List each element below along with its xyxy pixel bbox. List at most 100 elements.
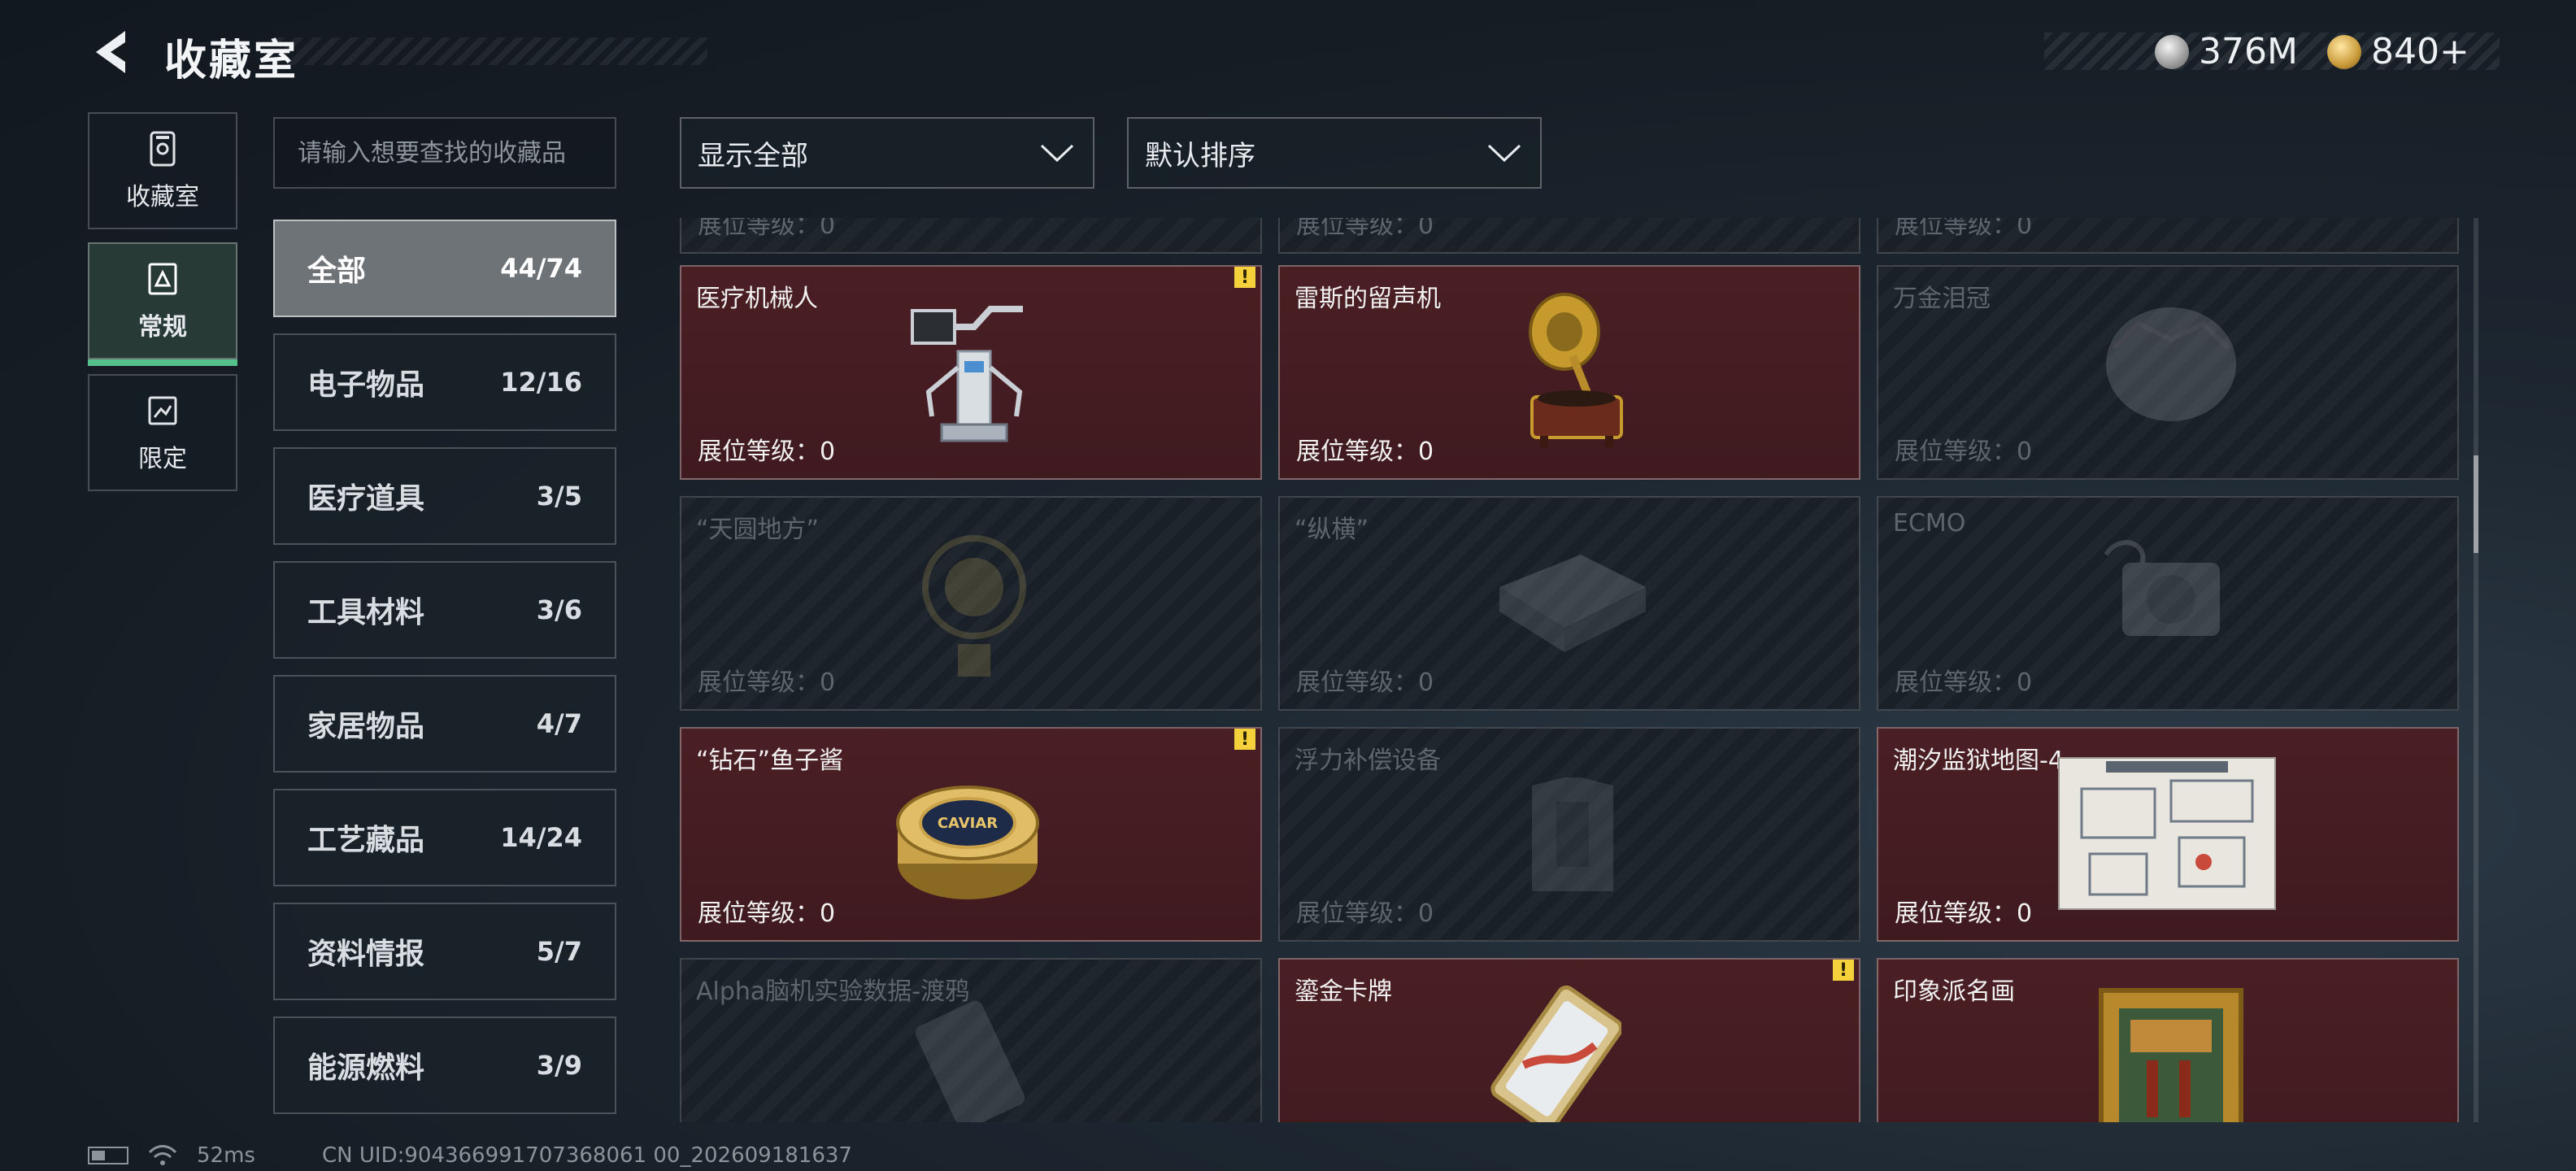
rail-tab-label: 常规 (138, 313, 187, 342)
grid-scrollbar-thumb[interactable] (2474, 455, 2478, 553)
category-name: 工具材料 (307, 596, 425, 629)
card-name: 医疗机械人 (696, 285, 818, 313)
filter-show-dropdown[interactable]: 显示全部 (680, 117, 1094, 189)
card-name: 雷斯的留声机 (1295, 285, 1441, 313)
data-device-icon (915, 1000, 1025, 1122)
silver-coin-icon (2155, 34, 2189, 69)
category-name: 电子物品 (307, 368, 425, 402)
collection-card-ecmo[interactable]: ECMO 展位等级：0 (1877, 496, 2459, 711)
gilded-card-icon (1490, 985, 1621, 1122)
category-name: 家居物品 (307, 710, 425, 743)
category-medical[interactable]: 医疗道具 3/5 (273, 447, 616, 545)
category-energy[interactable]: 能源燃料 3/9 (273, 1016, 616, 1114)
ping-value: 52ms (197, 1143, 255, 1168)
category-all[interactable]: 全部 44/74 (273, 220, 616, 317)
alert-icon: ! (1234, 267, 1255, 288)
rail-tab-limited[interactable]: 限定 (88, 374, 237, 491)
collection-card-medical-robot[interactable]: 医疗机械人 ! 展位等级：0 (680, 265, 1262, 480)
wifi-icon (148, 1145, 177, 1165)
category-count: 3/6 (536, 594, 582, 625)
card-level: 展位等级：0 (1296, 218, 1434, 240)
collection-room-icon (150, 131, 176, 167)
card-level: 展位等级：0 (1296, 437, 1434, 466)
crown-icon (2106, 307, 2236, 421)
collection-card[interactable]: 展位等级：0 (1877, 218, 2459, 254)
medical-robot-icon (911, 306, 1023, 442)
card-name: 印象派名画 (1893, 977, 2015, 1006)
regular-icon (148, 263, 177, 295)
buoyancy-vest-icon (1532, 777, 1613, 891)
category-count: 5/7 (536, 936, 582, 967)
card-name: 万金泪冠 (1893, 285, 1991, 313)
category-name: 资料情报 (307, 938, 425, 971)
collection-card-buoyancy[interactable]: 浮力补偿设备 展位等级：0 (1278, 727, 1860, 942)
card-name: “纵横” (1295, 516, 1369, 544)
card-level: 展位等级：0 (1296, 668, 1434, 697)
category-crafts[interactable]: 工艺藏品 14/24 (273, 789, 616, 886)
category-name: 工艺藏品 (307, 824, 425, 857)
currency-silver-value: 376M (2199, 31, 2298, 72)
collection-card[interactable]: 展位等级：0 (680, 218, 1262, 254)
collection-card-alpha-data[interactable]: Alpha脑机实验数据-渡鸦 (680, 958, 1262, 1122)
back-arrow-icon[interactable] (88, 28, 137, 76)
sort-dropdown[interactable]: 默认排序 (1127, 117, 1542, 189)
sort-value: 默认排序 (1145, 139, 1255, 172)
rail-tab-label: 限定 (138, 445, 187, 473)
limited-icon (148, 396, 177, 425)
card-name: 潮汐监狱地图-4 (1893, 747, 2064, 775)
currency-gold-value: 840+ (2371, 31, 2469, 72)
currency-silver[interactable]: 376M (2155, 31, 2298, 72)
card-level: 展位等级：0 (698, 668, 836, 697)
card-name: ECMO (1893, 509, 1966, 538)
collection-card-gramophone[interactable]: 雷斯的留声机 展位等级：0 (1278, 265, 1860, 480)
category-count: 44/74 (500, 253, 582, 284)
collection-card[interactable]: 展位等级：0 (1278, 218, 1860, 254)
category-count: 3/5 (536, 481, 582, 511)
card-name: 浮力补偿设备 (1295, 747, 1441, 775)
category-name: 医疗道具 (307, 482, 425, 516)
rail-tab-collection-room[interactable]: 收藏室 (88, 112, 237, 229)
status-bar: 52ms (88, 1143, 255, 1168)
category-name: 能源燃料 (307, 1051, 425, 1085)
card-level: 展位等级：0 (698, 218, 836, 240)
category-count: 14/24 (500, 822, 582, 853)
grid-scrollbar[interactable] (2474, 218, 2478, 1122)
chevron-down-icon (1487, 144, 1521, 163)
rail-tab-regular[interactable]: 常规 (88, 242, 237, 366)
category-count: 4/7 (536, 708, 582, 739)
card-level: 展位等级：0 (1895, 899, 2033, 928)
search-input[interactable] (273, 117, 616, 189)
collection-card-prison-map[interactable]: 潮汐监狱地图-4 展位等级：0 (1877, 727, 2459, 942)
category-intel[interactable]: 资料情报 5/7 (273, 903, 616, 1000)
battery-icon (88, 1147, 128, 1164)
filter-show-value: 显示全部 (698, 139, 808, 172)
map-icon (2058, 757, 2276, 910)
collection-card-crown[interactable]: 万金泪冠 展位等级：0 (1877, 265, 2459, 480)
gold-coin-icon (2327, 34, 2361, 69)
collection-card-gilded-card[interactable]: 鎏金卡牌 ! (1278, 958, 1860, 1122)
card-level: 展位等级：0 (1895, 668, 2033, 697)
alert-icon: ! (1833, 960, 1854, 981)
top-bar: 收藏室 376M 840+ (0, 0, 2576, 106)
currency-gold[interactable]: 840+ (2327, 31, 2469, 72)
card-name: “钻石”鱼子酱 (696, 747, 844, 775)
category-name: 全部 (307, 255, 367, 288)
collection-card-sky-earth[interactable]: “天圆地方” 展位等级：0 (680, 496, 1262, 711)
category-household[interactable]: 家居物品 4/7 (273, 675, 616, 773)
ecmo-device-icon (2104, 540, 2220, 636)
collection-card-chess[interactable]: “纵横” 展位等级：0 (1278, 496, 1860, 711)
card-name: 鎏金卡牌 (1295, 977, 1392, 1006)
collection-grid: 展位等级：0 展位等级：0 展位等级：0 医疗机械人 ! 展位等级：0 雷斯的留… (680, 218, 2461, 1122)
rail-tab-label: 收藏室 (126, 183, 199, 211)
collection-card-caviar[interactable]: “钻石”鱼子酱 ! CAVIAR 展位等级：0 (680, 727, 1262, 942)
category-tools[interactable]: 工具材料 3/6 (273, 561, 616, 659)
card-level: 展位等级：0 (1895, 218, 2033, 240)
card-level: 展位等级：0 (1296, 899, 1434, 928)
collection-card-painting[interactable]: 印象派名画 (1877, 958, 2459, 1122)
chevron-down-icon (1040, 144, 1074, 163)
alert-icon: ! (1234, 729, 1255, 750)
framed-painting-icon (2099, 988, 2243, 1122)
caviar-tin-icon: CAVIAR (896, 786, 1039, 899)
category-electronics[interactable]: 电子物品 12/16 (273, 333, 616, 431)
user-uid: CN UID:904366991707368061 00_20260918163… (322, 1143, 852, 1168)
